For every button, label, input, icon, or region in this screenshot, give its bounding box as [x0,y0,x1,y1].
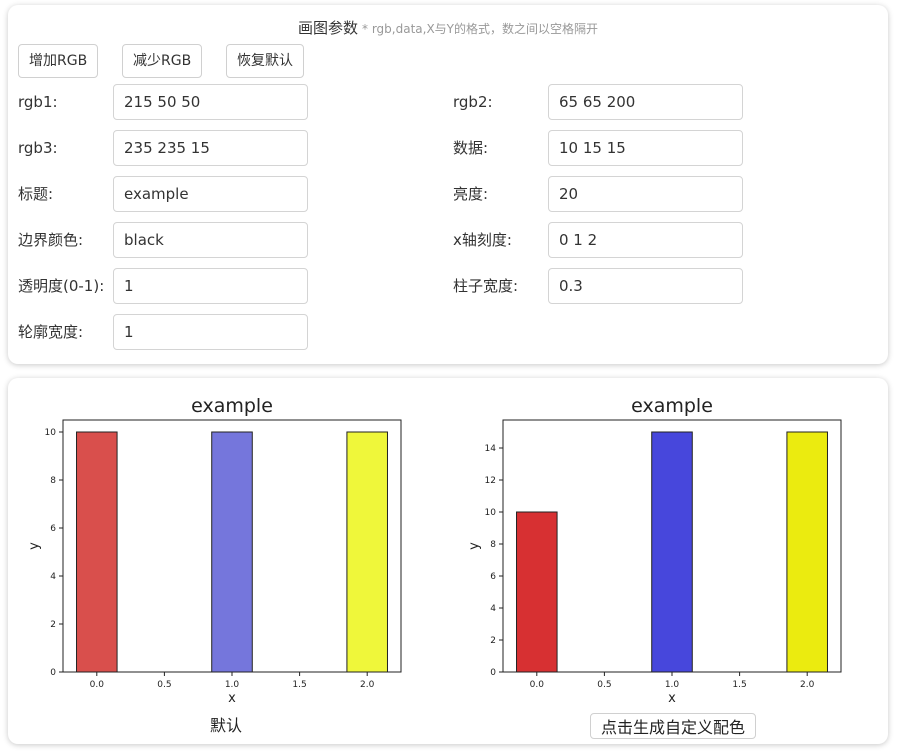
rgb3-input[interactable] [113,130,308,166]
xticks-input[interactable] [548,222,743,258]
y-tick-label: 6 [490,572,496,582]
custom-chart: example 0.0 0.5 1.0 1.5 2.0 0 2 4 6 8 10 12 14 x y [467,395,842,706]
y-tick-label: 8 [490,540,496,550]
xticks-label: x轴刻度: [453,231,512,249]
alpha-input[interactable] [113,268,308,304]
y-tick-label: 6 [50,524,56,534]
generate-custom-colors-button[interactable]: 点击生成自定义配色 [589,713,756,739]
chart-title: example [631,395,713,417]
data-label: 数据: [453,139,489,157]
y-tick-label: 12 [485,476,496,486]
y-tick-label: 8 [50,476,56,486]
bar [516,511,558,673]
y-tick-label: 2 [50,620,56,630]
rgb2-label: rgb2: [453,93,493,111]
y-tick-label: 10 [485,508,497,518]
x-tick-label: 0.0 [530,680,545,690]
bar [76,431,118,673]
charts-panel: example 0.0 0.5 1.0 1.5 2.0 0 2 4 6 8 10 x y example 0… [8,378,888,744]
y-tick-label: 4 [50,572,56,582]
brightness-label: 亮度: [453,185,489,203]
params-panel: 画图参数 * rgb,data,X与Y的格式，数之间以空格隔开 增加RGB 减少R… [8,5,888,364]
y-tick-label: 4 [490,604,496,614]
x-axis-label: x [668,691,676,706]
y-tick-label: 0 [490,668,496,678]
reset-default-button[interactable]: 恢复默认 [226,44,304,78]
rgb1-label: rgb1: [18,93,58,111]
title-input[interactable] [113,176,308,212]
x-axis-label: x [228,691,236,706]
x-tick-label: 2.0 [360,680,375,690]
chart-title: example [191,395,273,417]
y-axis-label: y [27,542,42,550]
y-tick-label: 0 [50,668,56,678]
bar [211,431,253,673]
rgb1-input[interactable] [113,84,308,120]
bar-width-input[interactable] [548,268,743,304]
rgb3-label: rgb3: [18,139,58,157]
x-tick-label: 0.0 [90,680,105,690]
add-rgb-button[interactable]: 增加RGB [18,44,99,78]
default-chart: example 0.0 0.5 1.0 1.5 2.0 0 2 4 6 8 10 x y [27,395,402,706]
y-axis-label: y [467,542,482,550]
x-tick-label: 1.0 [665,680,680,690]
y-tick-label: 10 [45,428,57,438]
x-tick-label: 1.0 [225,680,240,690]
edge-color-input[interactable] [113,222,308,258]
edge-color-label: 边界颜色: [18,231,84,249]
line-width-input[interactable] [113,314,308,350]
default-caption: 默认 [209,716,242,735]
x-tick-label: 1.5 [292,680,306,690]
line-width-label: 轮廓宽度: [18,323,84,341]
title-label: 标题: [18,185,54,203]
panel-title: 画图参数 [298,19,359,37]
x-tick-label: 0.5 [597,680,611,690]
panel-header: 画图参数 * rgb,data,X与Y的格式，数之间以空格隔开 [8,17,888,38]
data-input[interactable] [548,130,743,166]
y-tick-label: 2 [490,636,496,646]
rgb2-input[interactable] [548,84,743,120]
format-hint: * rgb,data,X与Y的格式，数之间以空格隔开 [362,22,598,36]
bar [346,431,388,673]
bar [786,431,828,673]
brightness-input[interactable] [548,176,743,212]
x-tick-label: 1.5 [732,680,746,690]
x-tick-label: 0.5 [157,680,171,690]
x-tick-label: 2.0 [800,680,815,690]
bar-width-label: 柱子宽度: [453,277,519,295]
alpha-label: 透明度(0-1): [18,277,105,295]
y-tick-label: 14 [485,444,497,454]
remove-rgb-button[interactable]: 减少RGB [122,44,203,78]
bar [651,431,693,673]
